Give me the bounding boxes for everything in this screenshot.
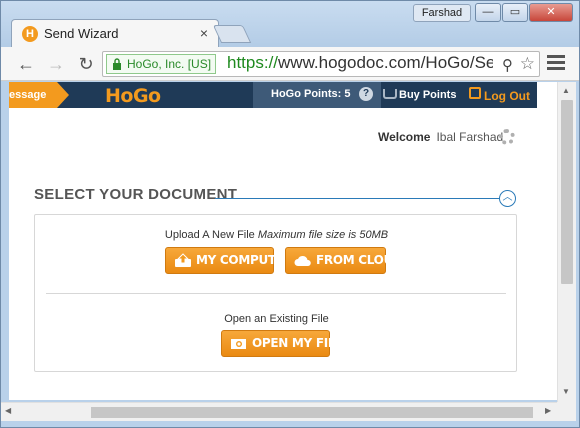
profile-chip[interactable]: Farshad [413, 4, 471, 22]
hogo-logo[interactable]: HoGo [105, 85, 161, 107]
upload-icon [175, 253, 191, 267]
scroll-down-arrow-icon[interactable]: ▼ [562, 387, 570, 396]
scroll-right-arrow-icon[interactable]: ▶ [545, 406, 551, 415]
message-tab[interactable]: essage [9, 82, 57, 108]
select-document-card: Upload A New File Maximum file size is 5… [34, 214, 517, 372]
buy-points-link[interactable]: Buy Points [381, 82, 463, 108]
open-my-file-button[interactable]: OPEN MY FILE [221, 330, 343, 357]
maximize-button[interactable]: ▭ [502, 3, 528, 22]
from-cloud-button[interactable]: FROM CLOUD [285, 247, 403, 274]
gear-icon[interactable] [499, 129, 515, 145]
from-cloud-label: FROM CLOUD [316, 253, 403, 267]
vertical-scroll-thumb[interactable] [561, 100, 573, 284]
help-icon[interactable]: ? [359, 87, 373, 101]
my-computer-button[interactable]: MY COMPUTER [165, 247, 293, 274]
upload-instructions: Upload A New File Maximum file size is 5… [35, 229, 518, 241]
message-tab-arrow [57, 82, 69, 108]
my-computer-label: MY COMPUTER [196, 253, 293, 267]
vertical-scrollbar[interactable]: ▲ ▼ [557, 82, 576, 402]
forward-arrow-icon[interactable]: → [45, 53, 67, 75]
buy-points-label: Buy Points [399, 89, 457, 101]
lock-icon [113, 58, 121, 70]
welcome-label: Welcome [378, 130, 431, 144]
upload-label: Upload A New File [164, 229, 255, 241]
logout-icon [469, 87, 481, 99]
scrollbar-corner [557, 402, 576, 421]
horizontal-scroll-thumb[interactable] [91, 407, 533, 418]
chevron-up-icon[interactable]: ︿ [499, 190, 516, 207]
reload-icon[interactable]: ↻ [75, 53, 97, 75]
url-path: www.hogodoc.com/HoGo/Send [278, 53, 493, 72]
cloud-icon [294, 255, 311, 266]
browser-tab[interactable]: H Send Wizard × [11, 19, 219, 47]
cart-icon [383, 89, 397, 99]
search-icon[interactable]: ⚲ [502, 56, 513, 74]
section-divider [215, 198, 499, 199]
hamburger-menu-icon[interactable] [547, 55, 565, 71]
horizontal-scrollbar[interactable]: ◀ ▶ [1, 402, 557, 421]
welcome-text: Welcome Ibal Farshad [378, 130, 503, 144]
ev-certificate-badge[interactable]: HoGo, Inc. [US] [106, 54, 217, 74]
points-label: HoGo Points: 5 [271, 88, 351, 100]
card-divider [46, 293, 506, 294]
close-window-button[interactable]: ✕ [529, 3, 573, 22]
tab-title: Send Wizard [44, 26, 119, 41]
logout-label: Log Out [484, 89, 530, 103]
logout-link[interactable]: Log Out [469, 82, 537, 108]
points-panel: HoGo Points: 5 ? [253, 82, 381, 108]
tab-close-icon[interactable]: × [200, 25, 208, 41]
folder-search-icon [231, 339, 246, 349]
existing-file-label: Open an Existing File [224, 313, 329, 325]
title-bar: H Send Wizard × Farshad — ▭ ✕ [1, 1, 579, 47]
scroll-left-arrow-icon[interactable]: ◀ [5, 406, 11, 415]
browser-window: H Send Wizard × Farshad — ▭ ✕ ← → ↻ HoGo… [0, 0, 580, 428]
max-size-note: Maximum file size is 50MB [257, 229, 389, 241]
browser-toolbar: ← → ↻ HoGo, Inc. [US] https://www.hogodo… [1, 47, 579, 81]
ev-badge-label: HoGo, Inc. [US] [127, 57, 212, 71]
bookmark-star-icon[interactable]: ☆ [520, 54, 535, 74]
address-bar[interactable]: HoGo, Inc. [US] https://www.hogodoc.com/… [102, 51, 540, 77]
page-viewport: essage HoGo HoGo Points: 5 ? Buy Points … [9, 82, 557, 400]
section-title: SELECT YOUR DOCUMENT [34, 186, 238, 203]
url-text[interactable]: https://www.hogodoc.com/HoGo/Send [227, 53, 493, 73]
hogo-favicon-icon: H [22, 26, 38, 42]
app-header-bar: essage HoGo HoGo Points: 5 ? Buy Points … [9, 82, 537, 108]
back-arrow-icon[interactable]: ← [15, 53, 37, 75]
minimize-button[interactable]: — [475, 3, 501, 22]
scroll-up-arrow-icon[interactable]: ▲ [562, 86, 570, 95]
open-my-file-label: OPEN MY FILE [252, 336, 344, 350]
user-name: Ibal Farshad [436, 130, 504, 144]
url-scheme: https:// [227, 53, 279, 72]
